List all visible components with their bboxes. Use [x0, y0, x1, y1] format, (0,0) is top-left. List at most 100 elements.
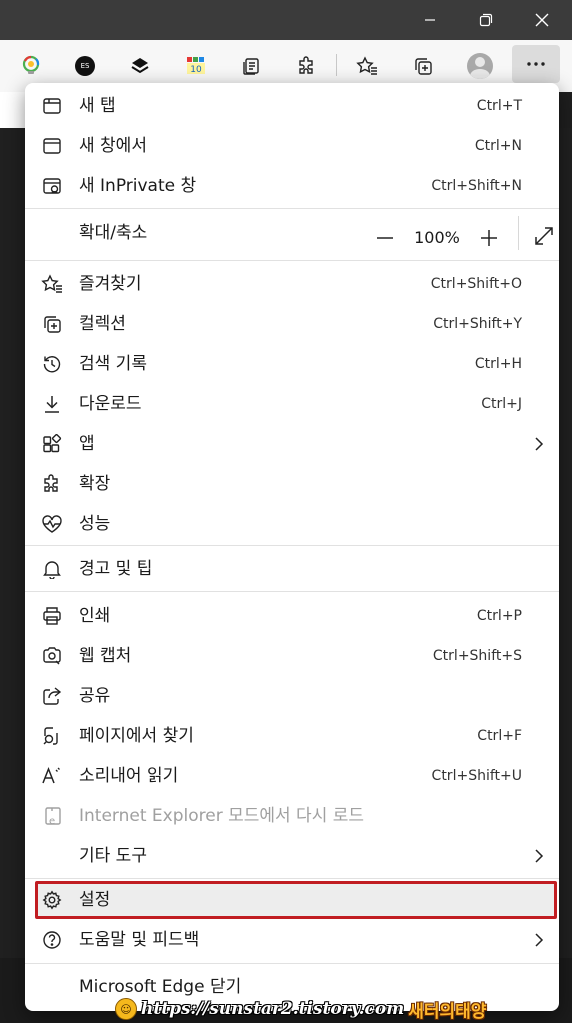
menu-item-downloads[interactable]: 다운로드 Ctrl+J — [25, 384, 559, 424]
extension-colorful-button[interactable]: 10 — [178, 48, 214, 84]
menu-item-shortcut: Ctrl+Shift+O — [430, 276, 522, 292]
favorites-button[interactable] — [349, 48, 385, 84]
menu-item-performance[interactable]: 성능 — [25, 504, 559, 544]
menu-item-new-tab[interactable]: 새 탭 Ctrl+T — [25, 86, 559, 126]
bell-icon — [40, 557, 64, 581]
menu-item-shortcut: Ctrl+Shift+S — [432, 648, 522, 664]
menu-item-shortcut: Ctrl+F — [477, 728, 522, 744]
inprivate-icon — [40, 174, 64, 198]
menu-divider — [25, 963, 559, 964]
menu-item-label: Internet Explorer 모드에서 다시 로드 — [79, 806, 365, 826]
ie-mode-icon: e — [40, 804, 64, 828]
menu-item-favorites[interactable]: 즐겨찾기 Ctrl+Shift+O — [25, 264, 559, 304]
menu-item-alerts-tips[interactable]: 경고 및 팁 — [25, 549, 559, 589]
menu-item-extensions[interactable]: 확장 — [25, 464, 559, 504]
puzzle-icon — [299, 56, 313, 74]
menu-item-more-tools[interactable]: 기타 도구 — [25, 836, 559, 876]
menu-item-label: 경고 및 팁 — [79, 559, 153, 579]
settings-and-more-menu: 새 탭 Ctrl+T 새 창에서 Ctrl+N 새 InPrivate 창 Ct… — [25, 83, 559, 1011]
history-icon — [40, 352, 64, 376]
menu-item-label: 공유 — [79, 686, 111, 706]
menu-item-label: 즐겨찾기 — [79, 274, 142, 294]
new-tab-icon — [40, 94, 64, 118]
minimize-icon — [425, 19, 435, 21]
menu-item-label: 웹 캡처 — [79, 646, 132, 666]
zoom-in-button[interactable] — [474, 223, 504, 253]
menu-item-help-feedback[interactable]: 도움말 및 피드백 — [25, 920, 559, 960]
restore-button[interactable] — [458, 0, 514, 40]
menu-item-label: 설정 — [79, 890, 111, 910]
close-window-button[interactable] — [514, 0, 570, 40]
menu-item-read-aloud[interactable]: 소리내어 읽기 Ctrl+Shift+U — [25, 756, 559, 796]
menu-item-find-on-page[interactable]: 페이지에서 찾기 Ctrl+F — [25, 716, 559, 756]
extensions-button[interactable] — [289, 48, 325, 84]
chevron-right-icon — [529, 846, 549, 866]
menu-item-label: 소리내어 읽기 — [79, 766, 179, 786]
menu-divider — [25, 545, 559, 546]
svg-text:e: e — [49, 816, 55, 826]
menu-item-settings[interactable]: 설정 — [25, 880, 559, 920]
layers-icon — [131, 58, 149, 74]
restore-icon — [479, 13, 493, 27]
menu-item-history[interactable]: 검색 기록 Ctrl+H — [25, 344, 559, 384]
menu-item-new-window[interactable]: 새 창에서 Ctrl+N — [25, 126, 559, 166]
menu-item-label: 새 InPrivate 창 — [79, 176, 197, 196]
minimize-button[interactable] — [402, 0, 458, 40]
menu-item-label: 새 창에서 — [79, 136, 147, 156]
zoom-out-button[interactable] — [370, 223, 400, 253]
puzzle-icon — [40, 472, 64, 496]
smiley-icon: ☺ — [115, 998, 137, 1020]
close-icon — [535, 13, 549, 27]
apps-icon — [40, 432, 64, 456]
menu-divider — [25, 591, 559, 592]
fullscreen-button[interactable] — [529, 221, 559, 251]
extension-bulb-button[interactable] — [13, 48, 49, 84]
menu-item-print[interactable]: 인쇄 Ctrl+P — [25, 596, 559, 636]
menu-item-shortcut: Ctrl+T — [476, 98, 522, 114]
printer-icon — [40, 604, 64, 628]
fullscreen-icon — [535, 227, 553, 245]
menu-item-label: 페이지에서 찾기 — [79, 726, 194, 746]
share-icon — [40, 684, 64, 708]
menu-item-collections[interactable]: 컬렉션 Ctrl+Shift+Y — [25, 304, 559, 344]
menu-item-new-inprivate[interactable]: 새 InPrivate 창 Ctrl+Shift+N — [25, 166, 559, 206]
menu-item-label: 컬렉션 — [79, 314, 126, 334]
reading-list-icon — [243, 58, 259, 75]
favorites-icon — [40, 272, 64, 296]
menu-divider — [25, 878, 559, 879]
watermark-url: https://sunstar2.tistory.com — [141, 999, 405, 1019]
menu-item-label: 다운로드 — [79, 394, 142, 414]
star-list-icon — [356, 56, 377, 75]
zoom-level: 100% — [414, 228, 460, 247]
extension-layers-button[interactable] — [122, 48, 158, 84]
menu-item-shortcut: Ctrl+P — [476, 608, 522, 624]
menu-item-shortcut: Ctrl+H — [474, 356, 522, 372]
heart-pulse-icon — [40, 512, 64, 536]
settings-and-more-button[interactable] — [512, 45, 560, 83]
reading-list-button[interactable] — [233, 48, 269, 84]
title-bar — [0, 0, 572, 40]
find-page-icon — [40, 724, 64, 748]
extension-es-button[interactable]: ES — [67, 48, 103, 84]
lightbulb-icon — [22, 55, 40, 74]
menu-item-share[interactable]: 공유 — [25, 676, 559, 716]
menu-item-label: 검색 기록 — [79, 354, 147, 374]
collections-button[interactable] — [405, 48, 441, 84]
chevron-right-icon — [529, 930, 549, 950]
menu-divider — [25, 208, 559, 209]
menu-item-apps[interactable]: 앱 — [25, 424, 559, 464]
menu-divider — [25, 260, 559, 261]
zoom-divider — [518, 216, 519, 250]
read-aloud-icon — [40, 764, 64, 788]
menu-item-label: 확장 — [79, 474, 111, 494]
menu-item-web-capture[interactable]: 웹 캡처 Ctrl+Shift+S — [25, 636, 559, 676]
menu-item-shortcut: Ctrl+Shift+U — [431, 768, 522, 784]
zoom-label: 확대/축소 — [79, 223, 148, 243]
menu-item-shortcut: Ctrl+Shift+N — [431, 178, 522, 194]
menu-item-ie-mode: e Internet Explorer 모드에서 다시 로드 — [25, 796, 559, 836]
profile-button[interactable] — [462, 48, 498, 84]
chevron-right-icon — [529, 434, 549, 454]
more-horizontal-icon — [527, 62, 545, 66]
collections-icon — [40, 312, 64, 336]
menu-item-label: 기타 도구 — [79, 846, 147, 866]
